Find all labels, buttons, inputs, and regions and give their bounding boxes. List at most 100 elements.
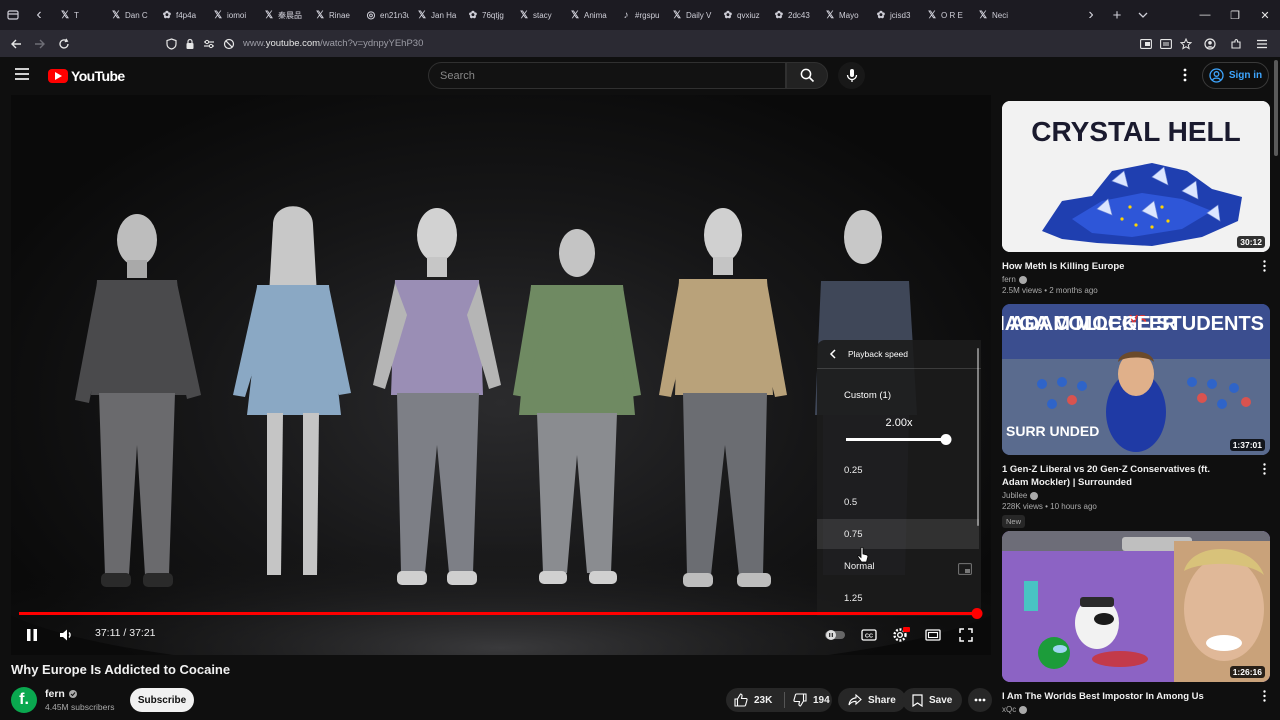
browser-tab[interactable]: 𝕏T [52, 3, 103, 27]
speed-option[interactable]: 0.5 [817, 487, 979, 517]
recommendation-channel[interactable]: xQc [1002, 705, 1270, 714]
guide-menu-icon[interactable] [14, 67, 34, 85]
mute-button[interactable] [55, 621, 77, 649]
channel-name[interactable]: fern [45, 688, 77, 700]
tab-label: 76qtjg [482, 10, 504, 20]
recommendation-channel[interactable]: fern [1002, 275, 1270, 284]
url-text[interactable]: www.youtube.com/watch?v=ydnpyYEhP30 [243, 38, 1132, 49]
settings-button[interactable] [889, 621, 913, 649]
recommendation-thumbnail[interactable]: CRYSTAL HELL 30:12 [1002, 101, 1270, 252]
browser-tab[interactable]: 𝕏iomoi [205, 3, 256, 27]
browser-tab[interactable]: 𝕏 Mayo [817, 3, 868, 27]
recommendation-channel[interactable]: Jubilee [1002, 491, 1270, 500]
sign-in-button[interactable]: Sign in [1202, 62, 1269, 89]
browser-tab[interactable]: 𝕏 Daily V [664, 3, 715, 27]
browser-tab[interactable]: 𝕏 Anima [562, 3, 613, 27]
browser-tab[interactable]: 𝕏 Rinae [307, 3, 358, 27]
browser-tab[interactable]: 𝕏O R E [919, 3, 970, 27]
forward-icon[interactable] [28, 30, 52, 57]
save-button[interactable]: Save [902, 688, 963, 712]
new-tab-icon[interactable]: + [1104, 0, 1130, 30]
search-button[interactable] [786, 62, 828, 89]
browser-tab[interactable]: ✿ f4p4a [154, 3, 205, 27]
recommendation-thumbnail[interactable]: 1:26:16 [1002, 531, 1270, 682]
app-menu-icon[interactable] [1250, 30, 1274, 57]
browser-tab[interactable]: 𝕏 Neci [970, 3, 1021, 27]
bookmark-star-icon[interactable] [1180, 37, 1192, 50]
subtitles-button[interactable]: CC [857, 621, 881, 649]
recommendation-menu-icon[interactable] [1258, 689, 1270, 703]
speed-menu-scrollbar[interactable] [977, 348, 979, 526]
back-icon[interactable] [4, 30, 28, 57]
restore-window-icon[interactable]: ❐ [1220, 0, 1250, 30]
youtube-logo[interactable]: YouTube [48, 68, 125, 84]
picture-in-picture-icon[interactable] [1160, 38, 1172, 49]
speed-option[interactable]: 0.75 [817, 519, 979, 549]
shield-icon[interactable] [166, 37, 177, 50]
lock-icon[interactable] [185, 38, 195, 50]
custom-speed-slider[interactable] [846, 434, 952, 445]
close-window-icon[interactable]: ✕ [1250, 0, 1280, 30]
recommendation-thumbnail[interactable]: ADAM MOCKLER VS 20 MAGA COLLEGE STUDENTS… [1002, 304, 1270, 455]
browser-tab[interactable]: 𝕏 Dan C [103, 3, 154, 27]
progress-bar[interactable] [19, 608, 983, 619]
browser-tab[interactable]: 𝕏stacy [511, 3, 562, 27]
browser-tab[interactable]: ✿ qvxiuz [715, 3, 766, 27]
tab-label: qvxiuz [737, 10, 760, 20]
like-button[interactable]: 23K [726, 688, 784, 712]
recommendation-card[interactable]: ADAM MOCKLER VS 20 MAGA COLLEGE STUDENTS… [1002, 304, 1270, 529]
theater-mode-button[interactable] [921, 621, 945, 649]
custom-speed-label[interactable]: Custom (1) [844, 390, 891, 401]
speed-option[interactable]: 1.25 [817, 583, 979, 613]
recommendation-title[interactable]: 1 Gen-Z Liberal vs 20 Gen-Z Conservative… [1002, 463, 1238, 489]
address-bar[interactable]: www.youtube.com/watch?v=ydnpyYEhP30 [166, 33, 1192, 55]
recommendation-card[interactable]: 1:26:16 I Am The Worlds Best Impostor In… [1002, 531, 1270, 714]
reader-view-icon[interactable] [1140, 38, 1152, 49]
speed-menu-title: Playback speed [848, 349, 909, 359]
fullscreen-button[interactable] [954, 621, 978, 649]
video-player[interactable]: Playback speed Custom (1) 2.00x 0.25 0.5 0… [11, 95, 991, 655]
x-favicon-icon: 𝕏 [60, 9, 70, 21]
browser-tab[interactable]: 𝕏 Jan Ha [409, 3, 460, 27]
pause-button[interactable] [21, 621, 43, 649]
minimize-window-icon[interactable]: — [1190, 0, 1220, 30]
progress-scrubber[interactable] [971, 608, 983, 619]
speed-option[interactable]: 0.25 [817, 455, 979, 485]
permissions-icon[interactable] [203, 39, 215, 49]
reload-icon[interactable] [52, 30, 76, 57]
recommendation-title[interactable]: I Am The Worlds Best Impostor In Among U… [1002, 690, 1238, 703]
recommendation-card[interactable]: CRYSTAL HELL 30:12 How Meth Is Killing E… [1002, 101, 1270, 295]
tab-label: T [74, 10, 79, 20]
settings-kebab-icon[interactable] [1177, 65, 1193, 85]
recommendation-menu-icon[interactable] [1258, 462, 1270, 476]
browser-tab[interactable]: 𝕏 秦晨品 [256, 3, 307, 27]
browser-tab[interactable]: ♪ #rgspu [613, 3, 664, 27]
search-input[interactable]: Search [428, 62, 786, 89]
page-scrollbar[interactable] [1274, 60, 1278, 156]
voice-search-button[interactable] [838, 62, 865, 89]
channel-avatar[interactable]: f. [11, 687, 37, 713]
dislike-button[interactable]: 194 [785, 688, 832, 712]
tab-list-dropdown-icon[interactable] [1130, 0, 1156, 30]
account-icon[interactable] [1198, 30, 1222, 57]
tab-scroll-right-icon[interactable]: › [1078, 0, 1104, 30]
extensions-icon[interactable] [1224, 30, 1248, 57]
recommendation-menu-icon[interactable] [1258, 259, 1270, 273]
browser-tab[interactable]: ✿ 76qtjg [460, 3, 511, 27]
share-button[interactable]: Share [838, 688, 906, 712]
speed-slider-thumb[interactable] [940, 434, 952, 445]
thumbs-down-icon [793, 693, 807, 707]
tab-scroll-left-icon[interactable]: ‹ [26, 0, 52, 30]
speed-menu-back[interactable]: Playback speed [817, 340, 981, 369]
recommendation-title[interactable]: How Meth Is Killing Europe [1002, 260, 1238, 273]
autoplay-blocked-icon[interactable] [223, 38, 235, 50]
browser-tab[interactable]: ✿ 2dc43 [766, 3, 817, 27]
x-favicon-icon: 𝕏 [825, 9, 835, 21]
browser-tab[interactable]: ◎ en21n3u [358, 3, 409, 27]
speed-option[interactable]: Normal [817, 551, 979, 581]
tab-overview-icon[interactable] [0, 0, 26, 30]
autoplay-toggle[interactable] [823, 621, 847, 649]
subscribe-button[interactable]: Subscribe [130, 688, 194, 712]
more-actions-button[interactable] [968, 688, 992, 712]
browser-tab[interactable]: ✿ jcisd3 [868, 3, 919, 27]
